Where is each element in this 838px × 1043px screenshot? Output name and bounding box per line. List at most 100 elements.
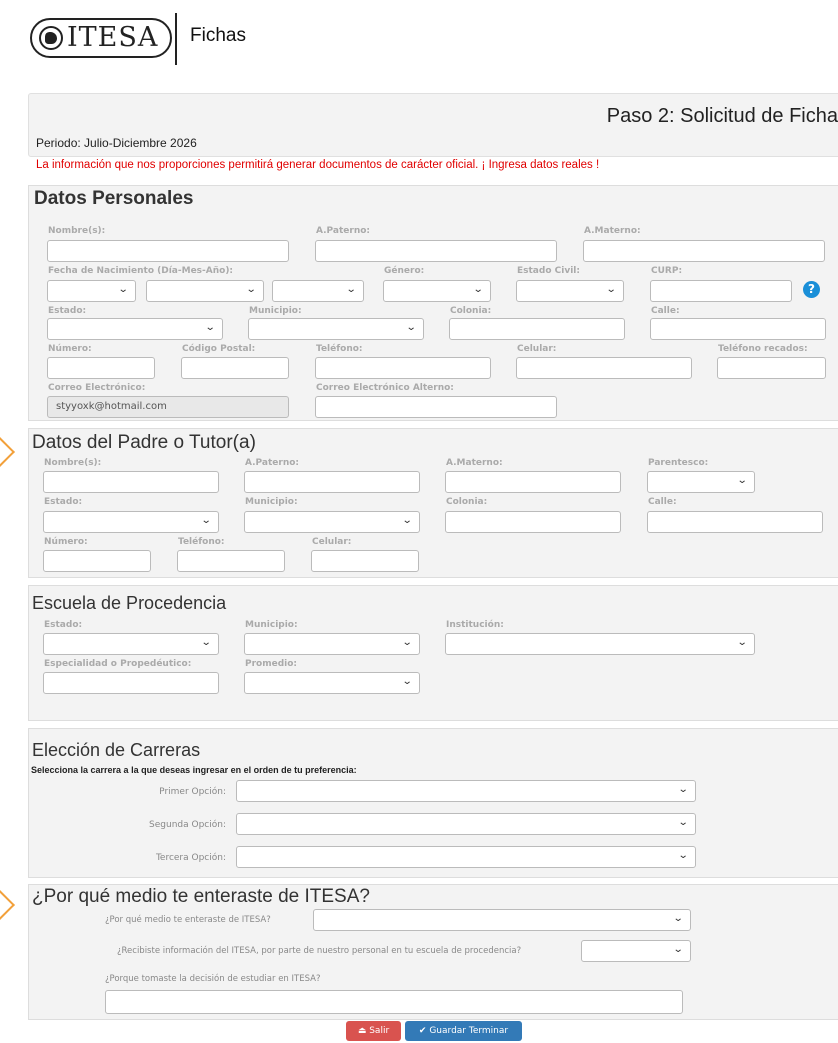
- cp-input[interactable]: [181, 357, 289, 379]
- tutor-nombre-input[interactable]: [43, 471, 219, 493]
- section-title-carreras: Elección de Carreras: [32, 740, 201, 760]
- genero-select[interactable]: ⌄: [383, 280, 491, 302]
- nombre-input[interactable]: [47, 240, 289, 262]
- segunda-opcion-select[interactable]: ⌄: [236, 813, 696, 835]
- label-tutor-paterno: A.Paterno:: [245, 458, 300, 468]
- tutor-calle-input[interactable]: [647, 511, 823, 533]
- colonia-input[interactable]: [449, 318, 625, 340]
- guardar-terminar-button[interactable]: ✔ Guardar Terminar: [405, 1021, 522, 1041]
- label-cp: Código Postal:: [182, 344, 256, 354]
- label-primer-opcion: Primer Opción:: [159, 787, 226, 797]
- civil-select[interactable]: ⌄: [516, 280, 624, 302]
- app-title: Fichas: [190, 25, 246, 46]
- escuela-estado-select[interactable]: ⌄: [43, 633, 219, 655]
- celular-input[interactable]: [516, 357, 692, 379]
- telefono-input[interactable]: [315, 357, 491, 379]
- chevron-down-icon: ⌄: [401, 637, 413, 648]
- decision-input[interactable]: [105, 990, 683, 1014]
- label-tutor-municipio: Municipio:: [245, 497, 298, 507]
- label-medio-q3: ¿Porque tomaste la decisión de estudiar …: [105, 974, 321, 984]
- section-title-medio: ¿Por qué medio te enteraste de ITESA?: [32, 886, 370, 907]
- calle-input[interactable]: [650, 318, 826, 340]
- section-title-personal: Datos Personales: [34, 188, 194, 209]
- anio-select[interactable]: ⌄: [272, 280, 364, 302]
- curp-input[interactable]: [650, 280, 792, 302]
- tutor-municipio-select[interactable]: ⌄: [244, 511, 420, 533]
- paterno-input[interactable]: [315, 240, 557, 262]
- section-title-tutor: Datos del Padre o Tutor(a): [32, 432, 256, 453]
- institucion-select[interactable]: ⌄: [445, 633, 755, 655]
- tutor-numero-input[interactable]: [43, 550, 151, 572]
- tutor-colonia-input[interactable]: [445, 511, 621, 533]
- estado-select[interactable]: ⌄: [47, 318, 223, 340]
- dia-select[interactable]: ⌄: [47, 280, 136, 302]
- label-tutor-calle: Calle:: [648, 497, 677, 507]
- label-municipio: Municipio:: [249, 306, 302, 316]
- mes-select[interactable]: ⌄: [146, 280, 264, 302]
- chevron-down-icon: ⌄: [672, 913, 684, 924]
- carreras-subtitle: Selecciona la carrera a la que deseas in…: [31, 765, 357, 775]
- chevron-down-icon: ⌄: [117, 284, 129, 295]
- chevron-down-icon: ⌄: [200, 637, 212, 648]
- chevron-down-icon: ⌄: [605, 284, 617, 295]
- label-fecha: Fecha de Nacimiento (Día-Mes-Año):: [48, 266, 234, 276]
- tercera-opcion-select[interactable]: ⌄: [236, 846, 696, 868]
- email-alt-field[interactable]: [315, 396, 557, 418]
- chevron-down-icon: ⌄: [672, 944, 684, 955]
- tutor-materno-input[interactable]: [445, 471, 621, 493]
- escuela-municipio-select[interactable]: ⌄: [244, 633, 420, 655]
- label-tutor-colonia: Colonia:: [446, 497, 488, 507]
- label-medio-q1: ¿Por qué medio te enteraste de ITESA?: [105, 915, 271, 925]
- label-paterno: A.Paterno:: [316, 226, 371, 236]
- section-title-escuela: Escuela de Procedencia: [32, 593, 227, 613]
- especialidad-input[interactable]: [43, 672, 219, 694]
- recados-input[interactable]: [717, 357, 826, 379]
- label-tutor-materno: A.Materno:: [446, 458, 503, 468]
- label-tutor-celular: Celular:: [312, 537, 352, 547]
- label-correo-alt: Correo Electrónico Alterno:: [316, 383, 454, 393]
- tutor-telefono-input[interactable]: [177, 550, 285, 572]
- email-field[interactable]: styyoxk@hotmail.com: [47, 396, 289, 418]
- label-telefono: Teléfono:: [316, 344, 363, 354]
- label-colonia: Colonia:: [450, 306, 492, 316]
- eject-icon: ⏏: [357, 1026, 367, 1036]
- annotation-arrow-icon: [0, 888, 15, 922]
- parentesco-select[interactable]: ⌄: [647, 471, 755, 493]
- label-celular: Celular:: [517, 344, 557, 354]
- label-segunda-opcion: Segunda Opción:: [149, 820, 226, 830]
- chevron-down-icon: ⌄: [405, 322, 417, 333]
- promedio-select[interactable]: ⌄: [244, 672, 420, 694]
- tutor-estado-select[interactable]: ⌄: [43, 511, 219, 533]
- numero-input[interactable]: [47, 357, 155, 379]
- header-divider: [175, 13, 177, 65]
- help-icon[interactable]: ?: [803, 281, 820, 298]
- salir-button[interactable]: ⏏ Salir: [346, 1021, 401, 1041]
- label-numero: Número:: [48, 344, 92, 354]
- label-escuela-municipio: Municipio:: [245, 620, 298, 630]
- tutor-celular-input[interactable]: [311, 550, 419, 572]
- recibiste-info-select[interactable]: ⌄: [581, 940, 691, 962]
- itesa-logo: ITESA: [30, 14, 172, 62]
- chevron-down-icon: ⌄: [677, 850, 689, 861]
- chevron-down-icon: ⌄: [345, 284, 357, 295]
- primer-opcion-select[interactable]: ⌄: [236, 780, 696, 802]
- municipio-select[interactable]: ⌄: [248, 318, 424, 340]
- label-promedio: Promedio:: [245, 659, 298, 669]
- tutor-paterno-input[interactable]: [244, 471, 420, 493]
- label-medio-q2: ¿Recibiste información del ITESA, por pa…: [117, 946, 522, 956]
- chevron-down-icon: ⌄: [736, 637, 748, 648]
- label-tutor-estado: Estado:: [44, 497, 83, 507]
- label-calle: Calle:: [651, 306, 680, 316]
- label-civil: Estado Civil:: [517, 266, 580, 276]
- step-title: Paso 2: Solicitud de Ficha: [606, 105, 838, 127]
- medio-select[interactable]: ⌄: [313, 909, 691, 931]
- label-tutor-telefono: Teléfono:: [178, 537, 225, 547]
- chevron-down-icon: ⌄: [245, 284, 257, 295]
- label-tutor-nombre: Nombre(s):: [44, 458, 102, 468]
- label-nombre: Nombre(s):: [48, 226, 106, 236]
- chevron-down-icon: ⌄: [401, 676, 413, 687]
- label-curp: CURP:: [651, 266, 683, 276]
- label-genero: Género:: [384, 266, 425, 276]
- chevron-down-icon: ⌄: [677, 817, 689, 828]
- materno-input[interactable]: [583, 240, 825, 262]
